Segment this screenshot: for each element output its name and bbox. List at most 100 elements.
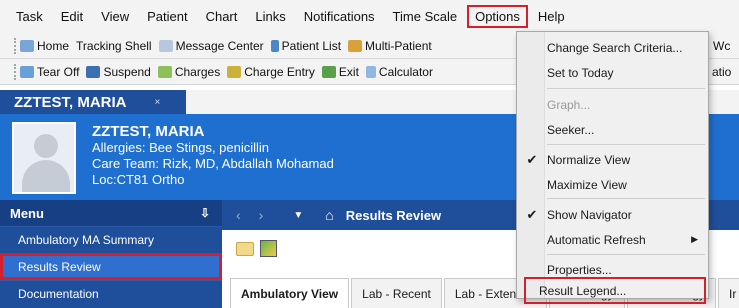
charges-label: Charges — [174, 64, 221, 79]
tab-lab-recent[interactable]: Lab - Recent — [351, 278, 442, 308]
menu-item-label: Maximize View — [547, 177, 627, 192]
tab-overflow[interactable]: Ir — [718, 278, 739, 308]
patient-list-button[interactable]: Patient List — [270, 38, 342, 53]
patient-name: ZZTEST, MARIA — [92, 123, 205, 140]
toolbar2-overflow-text[interactable]: atio — [712, 65, 731, 79]
menu-item-label: Show Navigator — [547, 207, 632, 222]
menu-item-normalize-view[interactable]: ✔ Normalize View — [517, 147, 708, 172]
avatar-body — [22, 160, 70, 192]
left-menu-item-results-review[interactable]: Results Review — [0, 253, 222, 280]
checkmark-icon: ✔ — [526, 151, 538, 167]
image-icon[interactable] — [260, 240, 277, 257]
menu-item-label: Automatic Refresh — [547, 232, 646, 247]
menu-edit[interactable]: Edit — [61, 9, 83, 24]
options-dropdown-menu: Change Search Criteria... Set to Today G… — [516, 31, 709, 304]
menu-separator — [547, 198, 705, 199]
exit-label: Exit — [338, 64, 359, 79]
menu-options[interactable]: Options — [467, 5, 528, 28]
menu-separator — [547, 88, 705, 89]
menu-item-label: Properties... — [547, 262, 612, 277]
home-button[interactable]: Home — [20, 39, 69, 53]
nav-dropdown-icon[interactable]: ▼ — [293, 210, 303, 221]
message-center-button[interactable]: Message Center — [158, 38, 264, 53]
menu-item-label: Graph... — [547, 97, 591, 112]
menu-patient[interactable]: Patient — [147, 9, 187, 24]
folder-icon[interactable] — [236, 242, 254, 256]
exit-button[interactable]: Exit — [321, 64, 359, 79]
patient-allergies: Allergies: Bee Stings, penicillin — [92, 140, 270, 155]
toolbar1-overflow-text[interactable]: Wc — [713, 39, 730, 53]
menu-separator — [547, 254, 705, 255]
tear-off-button[interactable]: Tear Off — [20, 65, 79, 79]
page-title: Results Review — [345, 207, 442, 223]
exit-icon — [321, 65, 336, 78]
back-arrow-icon[interactable]: ‹ — [236, 207, 241, 223]
charges-button[interactable]: Charges — [157, 64, 221, 79]
close-tab-icon[interactable]: × — [155, 97, 161, 108]
menu-help[interactable]: Help — [538, 9, 565, 24]
patient-info: ZZTEST, MARIA Allergies: Bee Stings, pen… — [92, 124, 334, 188]
menu-item-maximize-view[interactable]: Maximize View — [517, 172, 708, 197]
calculator-label: Calculator — [378, 64, 433, 79]
toolbar-grip[interactable] — [14, 37, 16, 54]
message-center-label: Message Center — [175, 38, 264, 53]
patient-location: Loc:CT81 Ortho — [92, 172, 185, 187]
left-menu-header: Menu ⇩ — [0, 200, 222, 226]
avatar-head — [34, 134, 58, 158]
tab-ambulatory-view[interactable]: Ambulatory View — [230, 278, 350, 308]
menu-separator — [547, 144, 705, 145]
left-menu-title: Menu — [10, 205, 44, 221]
charge-entry-label: Charge Entry — [244, 64, 315, 79]
tear-off-icon — [20, 65, 34, 78]
patient-care-team: Care Team: Rizk, MD, Abdallah Mohamad — [92, 156, 334, 171]
patient-tab[interactable]: ZZTEST, MARIA × — [0, 90, 186, 114]
multi-patient-label: Multi-Patient — [365, 38, 432, 53]
suspend-icon — [86, 65, 101, 78]
menu-item-show-navigator[interactable]: ✔ Show Navigator — [517, 202, 708, 227]
calculator-icon — [365, 65, 376, 78]
submenu-arrow-icon: ▶ — [691, 234, 698, 244]
suspend-label: Suspend — [103, 64, 151, 79]
home-label: Home — [37, 38, 70, 53]
pin-icon[interactable]: ⇩ — [200, 206, 210, 220]
patient-list-icon — [270, 39, 279, 52]
patient-avatar — [12, 122, 76, 194]
menu-item-automatic-refresh[interactable]: Automatic Refresh ▶ — [517, 227, 708, 252]
menu-item-result-legend[interactable]: Result Legend... — [524, 277, 706, 304]
toolbar-grip[interactable] — [14, 63, 16, 80]
charges-icon — [157, 65, 172, 78]
menu-view[interactable]: View — [101, 9, 129, 24]
menu-chart[interactable]: Chart — [206, 9, 238, 24]
home-nav-icon[interactable]: ⌂ — [325, 207, 333, 223]
left-menu-item-ambulatory-ma-summary[interactable]: Ambulatory MA Summary — [0, 226, 222, 253]
menu-item-label: Change Search Criteria... — [547, 40, 683, 55]
menu-item-graph: Graph... — [517, 92, 708, 117]
left-menu: Menu ⇩ Ambulatory MA Summary Results Rev… — [0, 200, 222, 308]
multi-patient-button[interactable]: Multi-Patient — [348, 39, 432, 53]
menu-item-label: Seeker... — [547, 122, 595, 137]
menu-time-scale[interactable]: Time Scale — [393, 9, 458, 24]
multi-patient-icon — [348, 39, 363, 52]
menu-task[interactable]: Task — [16, 9, 43, 24]
message-icon — [158, 39, 173, 52]
charge-entry-button[interactable]: Charge Entry — [227, 65, 315, 79]
checkmark-icon: ✔ — [526, 206, 538, 222]
menu-item-seeker[interactable]: Seeker... — [517, 117, 708, 142]
patient-list-label: Patient List — [281, 38, 342, 53]
menu-item-label: Set to Today — [547, 65, 614, 80]
menu-item-label: Result Legend... — [539, 283, 627, 298]
menu-item-label: Normalize View — [547, 152, 631, 167]
calculator-button[interactable]: Calculator — [365, 64, 433, 79]
left-menu-item-documentation[interactable]: Documentation — [0, 280, 222, 307]
menu-bar: Task Edit View Patient Chart Links Notif… — [0, 0, 739, 33]
forward-arrow-icon[interactable]: › — [259, 207, 264, 223]
menu-notifications[interactable]: Notifications — [304, 9, 375, 24]
tracking-shell-button[interactable]: Tracking Shell — [76, 39, 152, 53]
menu-item-set-to-today[interactable]: Set to Today — [517, 60, 708, 85]
charge-entry-icon — [227, 65, 242, 78]
suspend-button[interactable]: Suspend — [86, 64, 151, 79]
tracking-shell-label: Tracking Shell — [76, 38, 152, 53]
menu-links[interactable]: Links — [255, 9, 285, 24]
patient-tab-label: ZZTEST, MARIA — [14, 93, 127, 111]
menu-item-change-search-criteria[interactable]: Change Search Criteria... — [517, 35, 708, 60]
